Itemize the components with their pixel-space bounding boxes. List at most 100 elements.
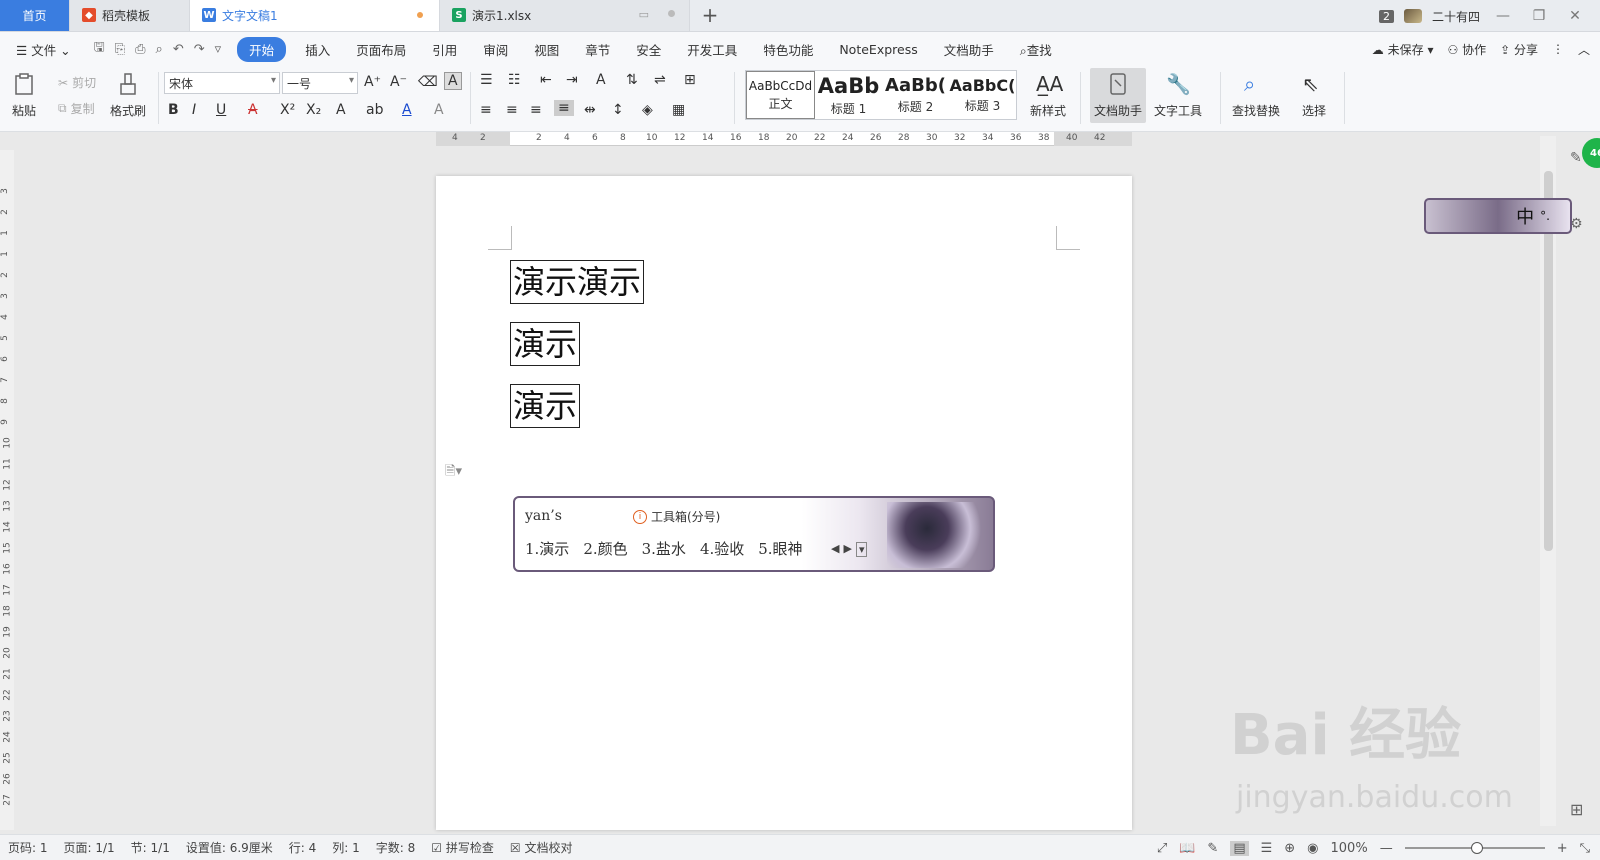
decrease-indent-icon[interactable]: ⇤ bbox=[540, 72, 552, 88]
doc-assistant-button[interactable]: 文档助手 bbox=[1090, 68, 1147, 123]
menu-insert[interactable]: 插入 bbox=[292, 40, 343, 59]
vertical-scrollbar[interactable] bbox=[1540, 136, 1556, 826]
style-normal[interactable]: AaBbCcDd 正文 bbox=[746, 71, 815, 119]
shading-icon[interactable]: ◈ bbox=[642, 102, 653, 118]
new-tab-button[interactable]: + bbox=[690, 0, 730, 31]
spell-check-button[interactable]: ☑ 拼写检查 bbox=[423, 839, 502, 856]
horizontal-ruler[interactable]: 4 2 2 4 6 8 10 12 14 16 18 20 22 24 26 2… bbox=[436, 132, 1132, 146]
minimize-icon[interactable]: — bbox=[1490, 8, 1516, 24]
table-layout-icon[interactable]: ⊞ bbox=[684, 72, 696, 88]
select-button[interactable]: ⇖ 选择 bbox=[1302, 72, 1326, 119]
read-mode-icon[interactable]: 📖 bbox=[1179, 841, 1195, 856]
expand-icon[interactable]: ▾ bbox=[855, 542, 868, 557]
numbered-list-icon[interactable]: ☷ bbox=[508, 72, 521, 88]
proofread-button[interactable]: ☒ 文档校对 bbox=[502, 839, 581, 856]
clear-format-icon[interactable]: ⌫ bbox=[418, 74, 438, 90]
status-page-code[interactable]: 页码: 1 bbox=[0, 839, 56, 856]
user-avatar[interactable] bbox=[1403, 9, 1422, 23]
grid-view-icon[interactable]: ⊞ bbox=[1570, 800, 1583, 819]
prev-page-icon[interactable]: ◀ bbox=[831, 542, 839, 557]
ime-status-bar[interactable]: 中 °. bbox=[1424, 198, 1572, 234]
underline-icon[interactable]: U bbox=[216, 102, 226, 118]
menu-doc-assistant[interactable]: 文档助手 bbox=[931, 40, 1007, 59]
redo-icon[interactable]: ↷ bbox=[194, 42, 205, 57]
restore-icon[interactable]: ❐ bbox=[1526, 8, 1552, 24]
style-heading1[interactable]: AaBb 标题 1 bbox=[815, 71, 882, 119]
menu-references[interactable]: 引用 bbox=[419, 40, 470, 59]
align-left-icon[interactable]: ≡ bbox=[480, 102, 492, 118]
ime-dots-icon[interactable]: °. bbox=[1540, 209, 1550, 223]
fullscreen-icon[interactable]: ⤢ bbox=[1157, 841, 1167, 856]
superscript-icon[interactable]: X² bbox=[280, 102, 295, 118]
unsaved-button[interactable]: ☁ 未保存 ▾ bbox=[1372, 41, 1434, 58]
undo-icon[interactable]: ↶ bbox=[173, 42, 184, 57]
window-count-badge[interactable]: 2 bbox=[1378, 9, 1394, 23]
tab-spreadsheet[interactable]: S 演示1.xlsx ▭ bbox=[440, 0, 690, 31]
status-page[interactable]: 页面: 1/1 bbox=[56, 839, 123, 856]
web-view-icon[interactable]: ⊕ bbox=[1284, 841, 1295, 856]
cut-button[interactable]: ✂ 剪切 bbox=[58, 74, 96, 91]
page-view-icon[interactable]: ▤ bbox=[1230, 840, 1249, 856]
text-box-line2[interactable]: 演示 bbox=[510, 322, 581, 366]
status-words[interactable]: 字数: 8 bbox=[368, 839, 424, 856]
status-col[interactable]: 列: 1 bbox=[324, 839, 368, 856]
text-effect-icon[interactable]: A bbox=[336, 102, 346, 118]
file-menu[interactable]: ☰ 文件 ⌄ bbox=[0, 40, 84, 59]
more-icon[interactable]: ⋮ bbox=[1552, 42, 1564, 56]
menu-home[interactable]: 开始 bbox=[237, 36, 287, 62]
zoom-slider-knob[interactable] bbox=[1470, 842, 1483, 854]
menu-security[interactable]: 安全 bbox=[623, 40, 674, 59]
italic-icon[interactable]: I bbox=[192, 102, 196, 118]
ime-candidate[interactable]: 3.盐水 bbox=[642, 538, 686, 559]
tab-close-dot-icon[interactable] bbox=[668, 10, 675, 17]
new-style-button[interactable]: A̲A 新样式 bbox=[1030, 72, 1066, 119]
sort-icon[interactable]: ⇅ bbox=[626, 72, 638, 88]
align-right-icon[interactable]: ≡ bbox=[530, 102, 542, 118]
close-icon[interactable]: ✕ bbox=[1562, 8, 1588, 24]
grow-font-icon[interactable]: A⁺ bbox=[364, 74, 381, 90]
menu-noteexpress[interactable]: NoteExpress bbox=[826, 42, 930, 57]
menu-features[interactable]: 特色功能 bbox=[750, 40, 826, 59]
font-name-select[interactable]: 宋体 bbox=[164, 72, 280, 94]
pen-icon[interactable]: ✎ bbox=[1570, 150, 1583, 166]
ime-candidate[interactable]: 5.眼神 bbox=[758, 538, 802, 559]
vertical-ruler[interactable]: 3 2 1 1 2 3 4 5 6 7 8 9 10 11 12 13 14 15 16 17 18 19 20 21 22 23… bbox=[0, 150, 14, 830]
highlight-icon[interactable]: ab bbox=[366, 102, 383, 118]
char-border-icon[interactable]: A bbox=[444, 72, 462, 90]
bold-icon[interactable]: B bbox=[168, 102, 179, 118]
ime-candidate[interactable]: 1.演示 bbox=[525, 538, 569, 559]
text-box-line1[interactable]: 演示演示 bbox=[510, 260, 645, 304]
justify-icon[interactable]: ≡ bbox=[554, 100, 574, 116]
tab-home[interactable]: 首页 bbox=[0, 0, 70, 31]
save-icon[interactable]: 🖫 bbox=[94, 38, 105, 60]
tab-document1[interactable]: W 文字文稿1 bbox=[190, 0, 440, 31]
status-row[interactable]: 行: 4 bbox=[281, 839, 325, 856]
share-button[interactable]: ⇪ 分享 bbox=[1500, 41, 1538, 58]
borders-icon[interactable]: ▦ bbox=[672, 102, 685, 118]
menu-page-layout[interactable]: 页面布局 bbox=[343, 40, 419, 59]
distribute-icon[interactable]: ⇹ bbox=[584, 102, 596, 118]
user-name[interactable]: 二十有四 bbox=[1432, 8, 1480, 25]
font-color-icon[interactable]: A bbox=[402, 102, 412, 118]
align-center-icon[interactable]: ≡ bbox=[506, 102, 518, 118]
status-setting[interactable]: 设置值: 6.9厘米 bbox=[178, 839, 281, 856]
collab-button[interactable]: ⚇ 协作 bbox=[1447, 41, 1486, 58]
ime-mode[interactable]: 中 bbox=[1516, 203, 1534, 229]
status-section[interactable]: 节: 1/1 bbox=[123, 839, 178, 856]
menu-search[interactable]: ⌕查找 bbox=[1007, 40, 1065, 59]
eye-protect-icon[interactable]: ◉ bbox=[1307, 841, 1318, 856]
fit-icon[interactable]: ⤡ bbox=[1580, 841, 1590, 856]
paste-button[interactable]: 粘贴 bbox=[12, 72, 36, 119]
zoom-in-icon[interactable]: + bbox=[1557, 841, 1568, 856]
format-painter-button[interactable]: 格式刷 bbox=[110, 72, 146, 119]
menu-developer[interactable]: 开发工具 bbox=[674, 40, 750, 59]
text-tools-button[interactable]: 🔧 文字工具 bbox=[1154, 72, 1202, 119]
style-heading3[interactable]: AaBbC( 标题 3 bbox=[949, 71, 1016, 119]
menu-chapter[interactable]: 章节 bbox=[572, 40, 623, 59]
zoom-slider[interactable] bbox=[1404, 842, 1545, 854]
strikethrough-icon[interactable]: A bbox=[248, 102, 258, 118]
style-heading2[interactable]: AaBb( 标题 2 bbox=[882, 71, 949, 119]
performance-badge[interactable]: 46 bbox=[1582, 138, 1600, 168]
tab-docer-templates[interactable]: ◆ 稻壳模板 bbox=[70, 0, 190, 31]
print-preview-icon[interactable]: ⌕ bbox=[156, 42, 163, 57]
